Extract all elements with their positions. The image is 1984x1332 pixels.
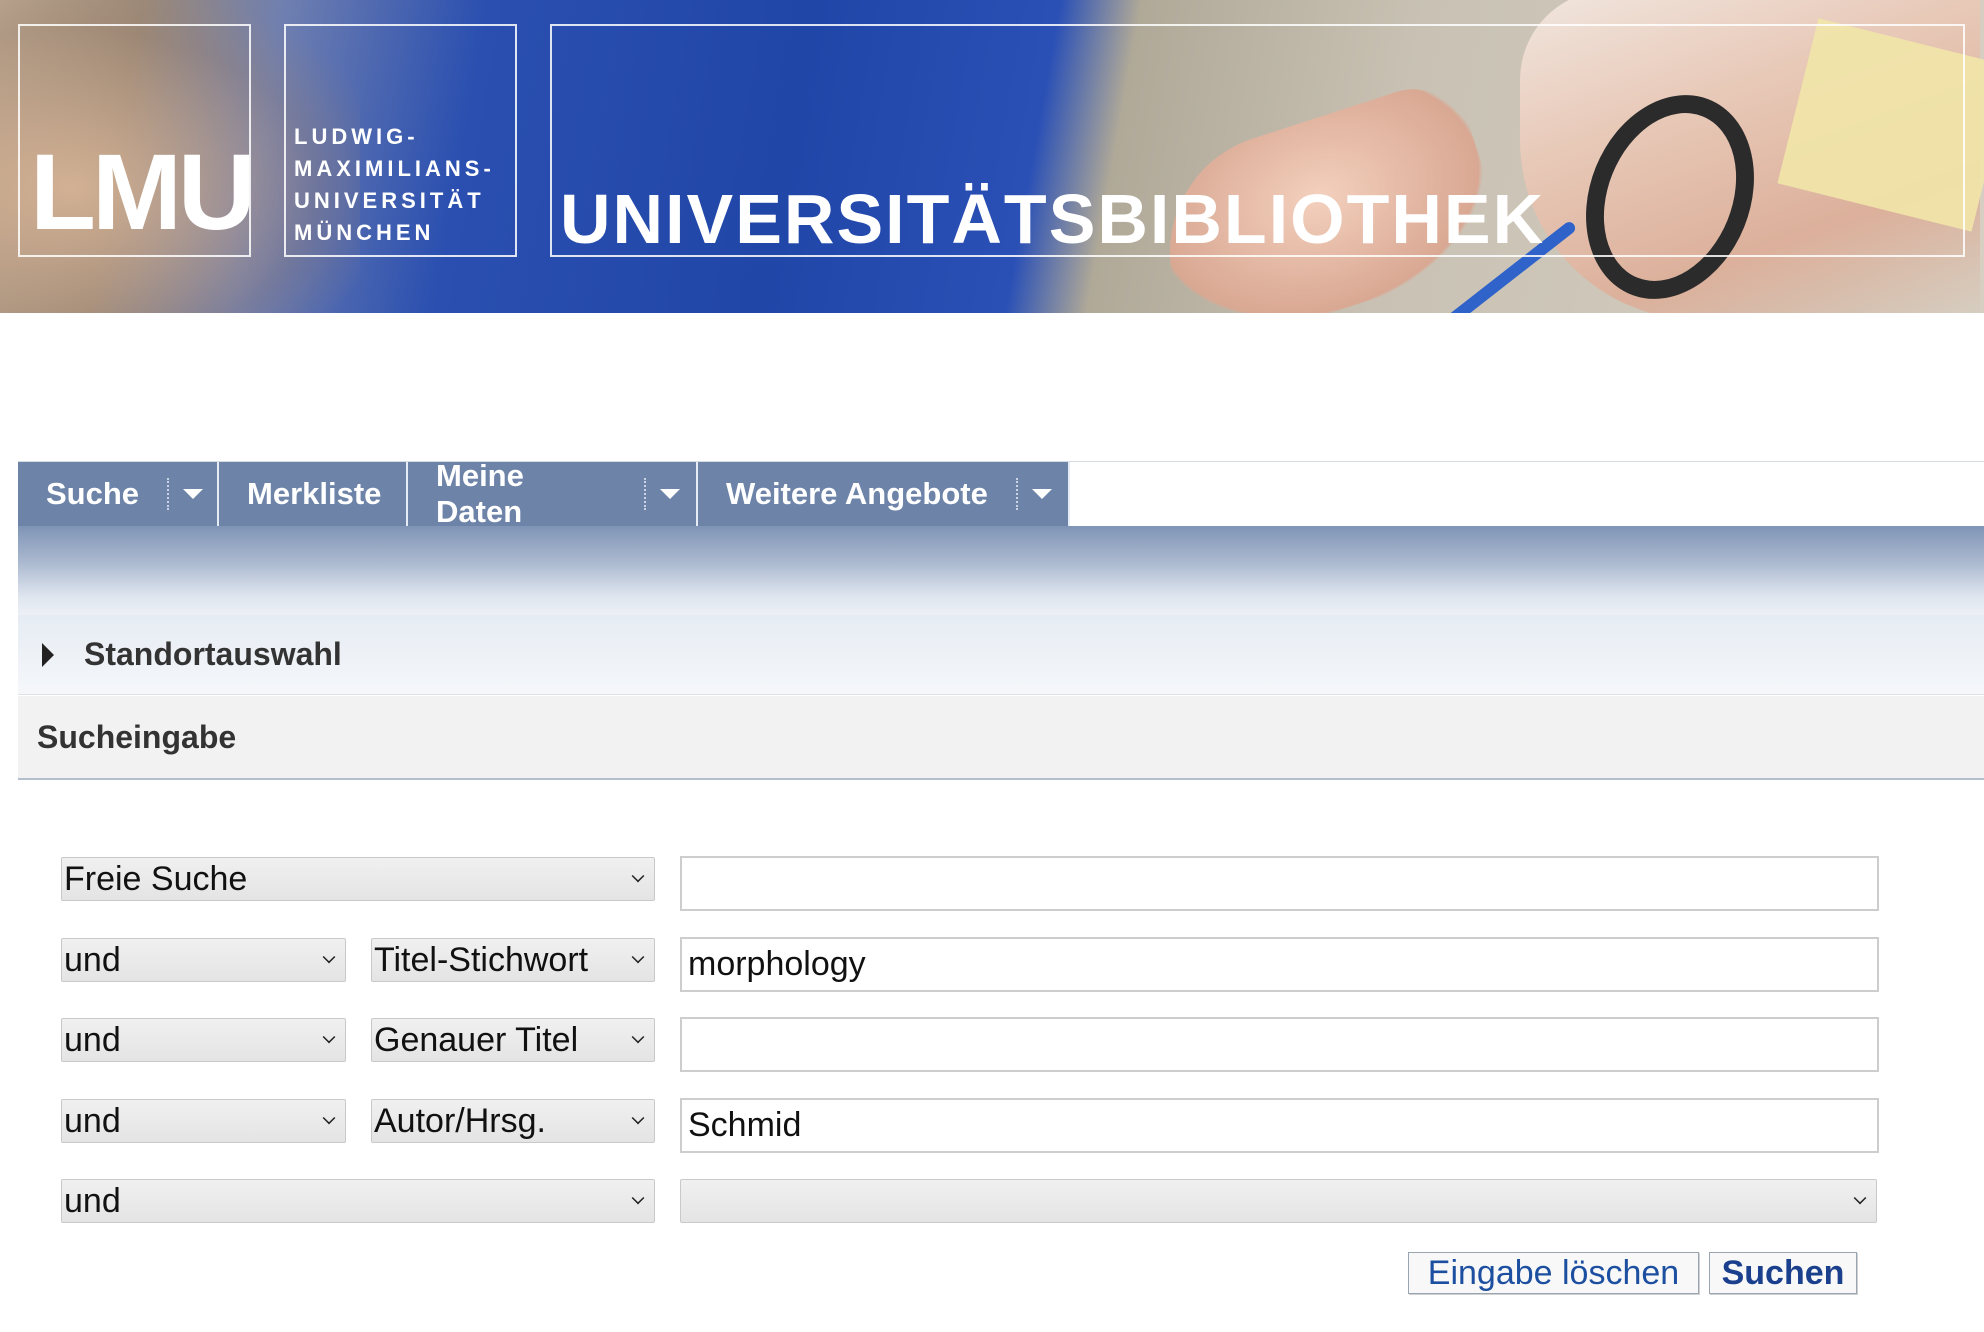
nav-item-merkliste[interactable]: Merkliste	[219, 462, 408, 526]
library-title: UNIVERSITÄTSBIBLIOTHEK	[560, 180, 1546, 258]
caret-down-icon[interactable]	[183, 489, 204, 499]
chevron-down-icon	[322, 1111, 336, 1125]
field-select-row-2[interactable]: Titel-Stichwort	[371, 938, 655, 982]
chevron-down-icon	[631, 1191, 645, 1205]
operator-select-value: und	[64, 1020, 121, 1059]
nav-item-label: Meine Daten	[436, 458, 524, 529]
search-input-value: Schmid	[688, 1106, 802, 1144]
field-select-value: Autor/Hrsg.	[374, 1101, 546, 1140]
operator-select-row-2[interactable]: und	[61, 938, 346, 982]
operator-select-row-5[interactable]: und	[61, 1179, 655, 1223]
nav-item-meine-daten[interactable]: Meine Daten	[408, 458, 698, 529]
field-select-row-1[interactable]: Freie Suche	[61, 857, 655, 901]
search-input-row-1[interactable]	[680, 856, 1879, 911]
caret-down-icon[interactable]	[1031, 489, 1052, 499]
field-select-row-3[interactable]: Genauer Titel	[371, 1018, 655, 1062]
operator-select-row-3[interactable]: und	[61, 1018, 346, 1062]
operator-select-row-4[interactable]: und	[61, 1099, 346, 1143]
operator-select-value: und	[64, 1181, 121, 1220]
chevron-down-icon	[1853, 1191, 1867, 1205]
field-select-value: Freie Suche	[64, 859, 248, 898]
nav-item-weitere-angebote[interactable]: Weitere Angebote	[698, 462, 1070, 526]
chevron-down-icon	[322, 950, 336, 964]
nav-item-suche[interactable]: Suche	[18, 462, 219, 526]
chevron-down-icon	[631, 1111, 645, 1125]
chevron-down-icon	[631, 950, 645, 964]
university-name-line: UNIVERSITÄT	[294, 188, 485, 213]
standort-toggle[interactable]: Standortauswahl	[18, 615, 1984, 695]
header-banner: LMU LUDWIG- MAXIMILIANS- UNIVERSITÄT MÜN…	[0, 0, 1984, 313]
nav-separator	[644, 478, 646, 510]
triangle-right-icon[interactable]	[42, 642, 54, 667]
field-select-value: Genauer Titel	[374, 1020, 579, 1059]
nav-item-label: Suche	[46, 476, 140, 511]
chevron-down-icon	[631, 1030, 645, 1044]
chevron-down-icon	[631, 869, 645, 883]
main-nav: Suche Merkliste Meine Daten Weitere Ange…	[18, 458, 1070, 529]
search-section-title: Sucheingabe	[37, 718, 237, 755]
operator-select-value: und	[64, 1101, 121, 1140]
field-select-value: Titel-Stichwort	[374, 940, 589, 979]
university-name-line: MÜNCHEN	[294, 220, 435, 245]
search-section-header: Sucheingabe	[18, 696, 1984, 780]
lmu-logo[interactable]: LMU	[30, 138, 256, 246]
chevron-down-icon	[322, 1030, 336, 1044]
field-select-row-4[interactable]: Autor/Hrsg.	[371, 1099, 655, 1143]
nav-separator	[1015, 478, 1018, 510]
search-input-row-4[interactable]: Schmid	[680, 1098, 1879, 1153]
university-name-line: LUDWIG-	[294, 124, 419, 149]
caret-down-icon[interactable]	[660, 489, 680, 499]
university-name-line: MAXIMILIANS-	[294, 156, 495, 181]
standort-label[interactable]: Standortauswahl	[84, 636, 342, 673]
nav-item-label: Merkliste	[247, 476, 382, 511]
value-select-row-5[interactable]	[680, 1179, 1877, 1223]
search-input-row-2[interactable]: morphology	[680, 937, 1879, 992]
sub-navigation-bar	[18, 526, 1984, 615]
nav-item-label: Weitere Angebote	[726, 476, 988, 511]
clear-input-button[interactable]: Eingabe löschen	[1408, 1252, 1699, 1294]
nav-separator	[167, 478, 170, 510]
search-button[interactable]: Suchen	[1709, 1252, 1857, 1294]
search-input-value: morphology	[688, 945, 866, 983]
search-input-row-3[interactable]	[680, 1017, 1879, 1072]
operator-select-value: und	[64, 940, 121, 979]
